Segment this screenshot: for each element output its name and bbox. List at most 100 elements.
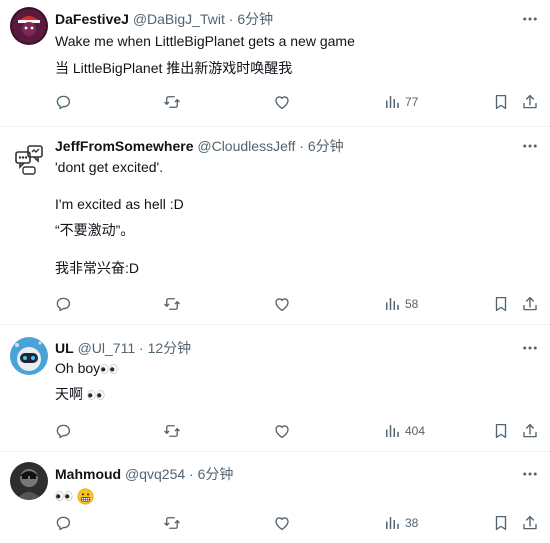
eyes-emoji-icon (55, 491, 73, 501)
bookmark-button[interactable] (492, 294, 510, 314)
timestamp[interactable]: 6分钟 (198, 466, 234, 482)
tweet-text: 天啊 (55, 386, 87, 402)
tweet[interactable]: JeffFromSomewhere @CloudlessJeff · 6分钟 '… (0, 127, 550, 323)
views-icon (383, 514, 401, 532)
reply-button[interactable] (54, 421, 72, 441)
more-dots-icon[interactable] (521, 339, 539, 357)
handle[interactable]: @DaBigJ_Twit (133, 11, 225, 27)
views-count: 404 (405, 424, 426, 438)
repost-button[interactable] (163, 513, 181, 533)
avatar[interactable] (10, 337, 48, 375)
share-icon (521, 93, 539, 111)
tweet-header: UL @Ul_711 · 12分钟 (55, 339, 191, 357)
like-icon (273, 514, 291, 532)
display-name[interactable]: JeffFromSomewhere (55, 138, 193, 154)
tweet-text-row: 天啊 (55, 385, 105, 403)
share-button[interactable] (521, 294, 539, 314)
tweet-header: Mahmoud @qvq254 · 6分钟 (55, 465, 233, 483)
share-icon (521, 514, 539, 532)
more-dots-icon[interactable] (521, 10, 539, 28)
bookmark-icon (492, 422, 510, 440)
separator: · (228, 11, 234, 27)
like-button[interactable] (273, 513, 291, 533)
grimacing-face-emoji-icon (77, 488, 94, 505)
like-icon (273, 295, 291, 313)
like-button[interactable] (273, 421, 291, 441)
like-button[interactable] (273, 294, 291, 314)
tweet-text: “不要激动”。 (55, 222, 135, 238)
repost-icon (163, 422, 181, 440)
reply-icon (54, 295, 72, 313)
repost-icon (163, 295, 181, 313)
tweet[interactable]: Mahmoud @qvq254 · 6分钟 38 (0, 452, 550, 543)
handle[interactable]: @qvq254 (125, 466, 185, 482)
tweet[interactable]: UL @Ul_711 · 12分钟 Oh boy 天啊 404 (0, 325, 550, 450)
reply-icon (54, 422, 72, 440)
bookmark-icon (492, 514, 510, 532)
views-icon (383, 93, 401, 111)
reply-button[interactable] (54, 92, 72, 112)
handle[interactable]: @CloudlessJeff (197, 138, 295, 154)
share-icon (521, 422, 539, 440)
timestamp[interactable]: 6分钟 (237, 11, 273, 27)
action-bar: 58 (0, 294, 550, 314)
separator: · (139, 340, 144, 356)
action-bar: 38 (0, 513, 550, 533)
tweet-header: DaFestiveJ @DaBigJ_Twit · 6分钟 (55, 10, 273, 28)
like-icon (273, 93, 291, 111)
bookmark-button[interactable] (492, 92, 510, 112)
views-icon (383, 295, 401, 313)
like-icon (273, 422, 291, 440)
reply-button[interactable] (54, 513, 72, 533)
more-dots-icon[interactable] (521, 465, 539, 483)
tweet[interactable]: DaFestiveJ @DaBigJ_Twit · 6分钟 Wake me wh… (0, 0, 550, 125)
tweet-text-row (55, 486, 94, 505)
repost-icon (163, 93, 181, 111)
share-button[interactable] (521, 92, 539, 112)
display-name[interactable]: DaFestiveJ (55, 11, 129, 27)
timestamp[interactable]: 12分钟 (148, 340, 192, 356)
reply-icon (54, 93, 72, 111)
views-count: 58 (405, 297, 419, 311)
tweet-text: 当 LittleBigPlanet 推出新游戏时唤醒我 (55, 60, 293, 76)
repost-button[interactable] (163, 421, 181, 441)
tweet-text: Oh boy (55, 360, 101, 376)
action-bar: 77 (0, 92, 550, 112)
views-count: 77 (405, 95, 419, 109)
tweet-text: 我非常兴奋:D (55, 260, 139, 276)
views-button[interactable]: 77 (383, 92, 418, 112)
tweet-header: JeffFromSomewhere @CloudlessJeff · 6分钟 (55, 137, 344, 155)
like-button[interactable] (273, 92, 291, 112)
tweet-text-row: Oh boy (55, 359, 118, 377)
views-count: 38 (405, 516, 419, 530)
views-button[interactable]: 404 (383, 421, 425, 441)
tweet-text: 'dont get excited'. (55, 159, 164, 175)
repost-icon (163, 514, 181, 532)
more-dots-icon[interactable] (521, 137, 539, 155)
views-icon (383, 422, 401, 440)
timestamp[interactable]: 6分钟 (308, 138, 344, 154)
display-name[interactable]: Mahmoud (55, 466, 121, 482)
bookmark-button[interactable] (492, 421, 510, 441)
handle[interactable]: @Ul_711 (78, 340, 136, 356)
tweet-text: I'm excited as hell :D (55, 196, 184, 212)
bookmark-button[interactable] (492, 513, 510, 533)
tweet-text: Wake me when LittleBigPlanet gets a new … (55, 33, 355, 49)
avatar[interactable] (10, 7, 48, 45)
avatar[interactable] (10, 140, 48, 178)
views-button[interactable]: 58 (383, 294, 418, 314)
avatar[interactable] (10, 462, 48, 500)
separator: · (189, 466, 194, 482)
bookmark-icon (492, 93, 510, 111)
repost-button[interactable] (163, 294, 181, 314)
share-button[interactable] (521, 513, 539, 533)
views-button[interactable]: 38 (383, 513, 418, 533)
reply-icon (54, 514, 72, 532)
reply-button[interactable] (54, 294, 72, 314)
eyes-emoji-icon (100, 364, 118, 374)
share-button[interactable] (521, 421, 539, 441)
share-icon (521, 295, 539, 313)
repost-button[interactable] (163, 92, 181, 112)
action-bar: 404 (0, 421, 550, 441)
display-name[interactable]: UL (55, 340, 74, 356)
